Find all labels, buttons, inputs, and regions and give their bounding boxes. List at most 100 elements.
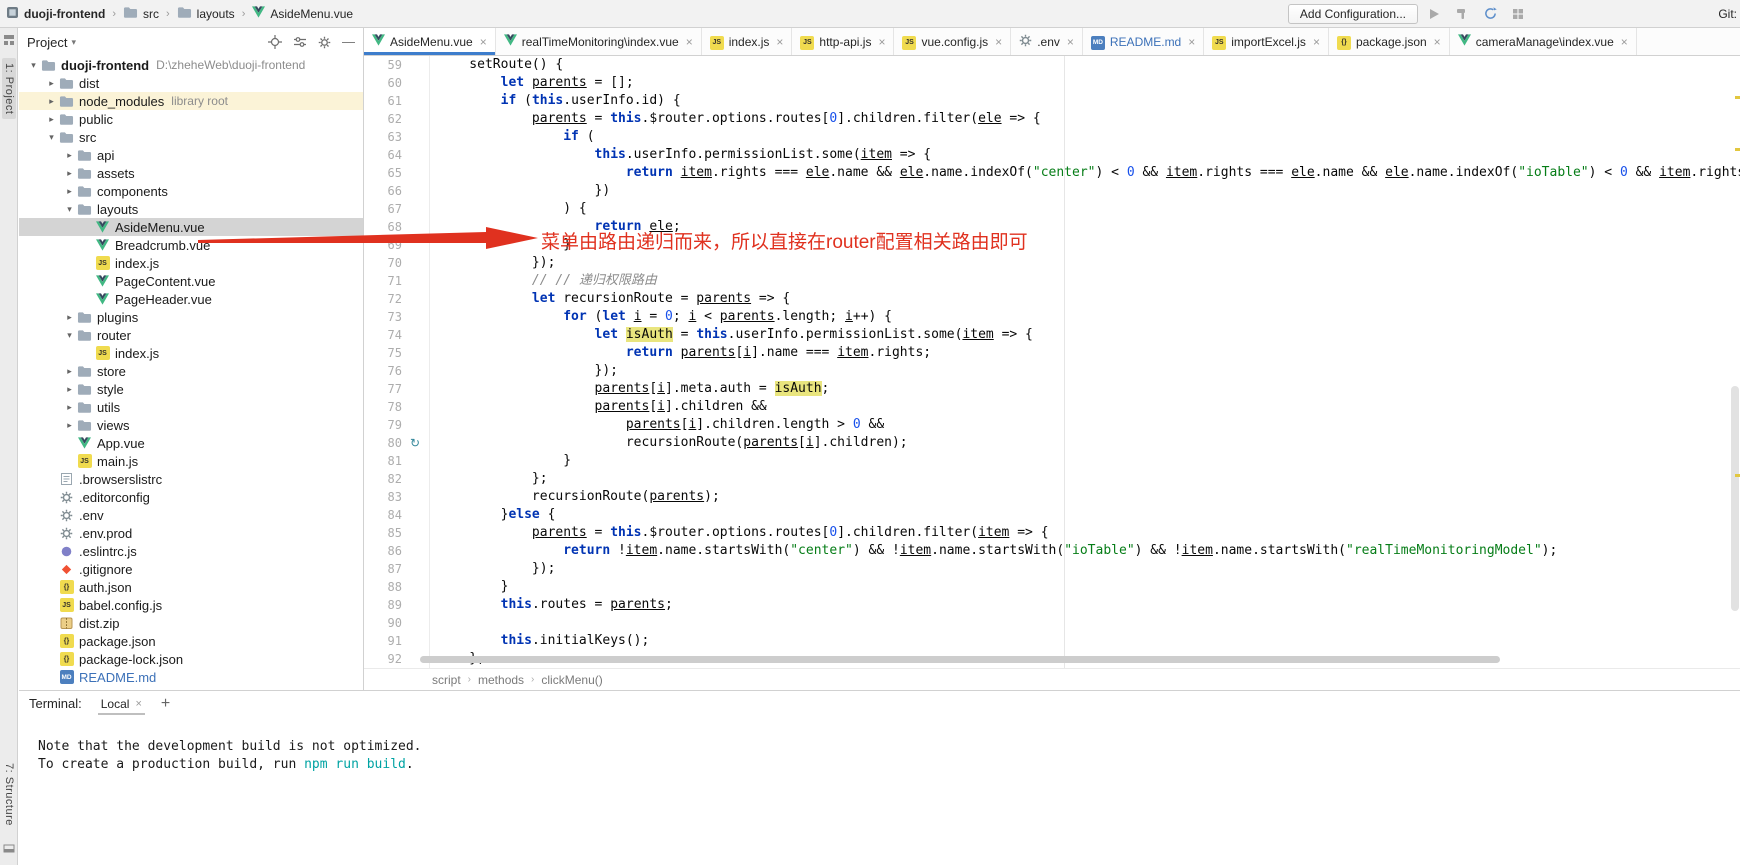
close-tab-icon[interactable]: × [1434, 35, 1441, 49]
close-tab-icon[interactable]: × [776, 35, 783, 49]
close-tab-icon[interactable]: × [1621, 35, 1628, 49]
line-number[interactable]: 90 [364, 614, 402, 632]
editor-tab-vue-config-js[interactable]: JSvue.config.js× [894, 28, 1011, 55]
tree-item-editorconfig[interactable]: .editorconfig [19, 488, 363, 506]
close-icon[interactable]: × [135, 698, 141, 710]
tree-item-package-json[interactable]: {}package.json [19, 632, 363, 650]
code-line[interactable]: for (let i = 0; i < parents.length; i++)… [438, 308, 1740, 326]
code-line[interactable]: }else { [438, 506, 1740, 524]
tree-item-babel-config-js[interactable]: JSbabel.config.js [19, 596, 363, 614]
tree-item-app-vue[interactable]: App.vue [19, 434, 363, 452]
code-line[interactable]: }) [438, 182, 1740, 200]
tree-item-pagecontent-vue[interactable]: PageContent.vue [19, 272, 363, 290]
chevron-collapsed-icon[interactable]: ▸ [45, 78, 58, 89]
breadcrumb-item-duoji-frontend[interactable]: duoji-frontend [24, 7, 105, 21]
tree-item-asidemenu-vue[interactable]: AsideMenu.vue [19, 218, 363, 236]
tree-item-plugins[interactable]: ▸plugins [19, 308, 363, 326]
tree-item-dist-zip[interactable]: dist.zip [19, 614, 363, 632]
line-number[interactable]: 64 [364, 146, 402, 164]
code-line[interactable]: recursionRoute(parents); [438, 488, 1740, 506]
chevron-expanded-icon[interactable]: ▾ [63, 204, 76, 215]
project-panel-title[interactable]: Project [27, 35, 67, 50]
tree-item-env-prod[interactable]: .env.prod [19, 524, 363, 542]
code-line[interactable]: if ( [438, 128, 1740, 146]
chevron-collapsed-icon[interactable]: ▸ [45, 114, 58, 125]
editor-tab-cameramanage-index-vue[interactable]: cameraManage\index.vue× [1450, 28, 1637, 55]
chevron-collapsed-icon[interactable]: ▸ [63, 420, 76, 431]
tool-windows-grid-icon[interactable] [1506, 3, 1530, 25]
line-number[interactable]: 80 [364, 434, 402, 452]
tree-item-browserslistrc[interactable]: .browserslistrc [19, 470, 363, 488]
line-number[interactable]: 81 [364, 452, 402, 470]
code-line[interactable]: this.initialKeys(); [438, 632, 1740, 650]
editor-tab-package-json[interactable]: {}package.json× [1329, 28, 1450, 55]
breadcrumb-item-layouts[interactable]: layouts [197, 7, 235, 21]
terminal-output[interactable]: Note that the development build is not o… [19, 716, 1740, 774]
error-stripe-mark[interactable] [1735, 474, 1740, 477]
chevron-expanded-icon[interactable]: ▾ [63, 330, 76, 341]
locate-file-icon[interactable] [268, 35, 282, 49]
close-tab-icon[interactable]: × [686, 35, 693, 49]
breadcrumb-script[interactable]: script [432, 673, 461, 687]
close-tab-icon[interactable]: × [1313, 35, 1320, 49]
tree-item-gitignore[interactable]: .gitignore [19, 560, 363, 578]
line-number[interactable]: 61 [364, 92, 402, 110]
line-number[interactable]: 84 [364, 506, 402, 524]
code-line[interactable]: return !item.name.startsWith("center") &… [438, 542, 1740, 560]
line-number[interactable]: 60 [364, 74, 402, 92]
editor-tab-asidemenu-vue[interactable]: AsideMenu.vue× [364, 28, 496, 55]
chevron-collapsed-icon[interactable]: ▸ [63, 384, 76, 395]
tree-item-node-modules[interactable]: ▸node_moduleslibrary root [19, 92, 363, 110]
tree-item-index-js[interactable]: JSindex.js [19, 254, 363, 272]
chevron-collapsed-icon[interactable]: ▸ [63, 168, 76, 179]
tree-item-assets[interactable]: ▸assets [19, 164, 363, 182]
code-line[interactable] [438, 614, 1740, 632]
line-number[interactable]: 92 [364, 650, 402, 668]
tree-item-index-js[interactable]: JSindex.js [19, 344, 363, 362]
line-number[interactable]: 59 [364, 56, 402, 74]
code-line[interactable]: parents = this.$router.options.routes[0]… [438, 524, 1740, 542]
line-number[interactable]: 83 [364, 488, 402, 506]
code-line[interactable]: return ele; [438, 218, 1740, 236]
terminal-tab-local[interactable]: Local × [98, 693, 145, 715]
tree-item-utils[interactable]: ▸utils [19, 398, 363, 416]
settings-gear-icon[interactable] [318, 36, 331, 49]
line-number[interactable]: 76 [364, 362, 402, 380]
code-line[interactable]: let parents = []; [438, 74, 1740, 92]
line-number[interactable]: 91 [364, 632, 402, 650]
tree-item-style[interactable]: ▸style [19, 380, 363, 398]
line-number[interactable]: 87 [364, 560, 402, 578]
close-tab-icon[interactable]: × [995, 35, 1002, 49]
chevron-collapsed-icon[interactable]: ▸ [63, 312, 76, 323]
tree-item-api[interactable]: ▸api [19, 146, 363, 164]
code-line[interactable]: }); [438, 560, 1740, 578]
chevron-collapsed-icon[interactable]: ▸ [63, 186, 76, 197]
line-number[interactable]: 82 [364, 470, 402, 488]
update-project-icon[interactable] [1478, 3, 1502, 25]
tree-item-store[interactable]: ▸store [19, 362, 363, 380]
tool-window-switcher-icon[interactable] [3, 34, 15, 49]
editor-tab-importexcel-js[interactable]: JSimportExcel.js× [1204, 28, 1329, 55]
code-line[interactable]: this.userInfo.permissionList.some(item =… [438, 146, 1740, 164]
tool-button-structure[interactable]: 7: Structure [2, 758, 16, 831]
code-line[interactable]: }); [438, 254, 1740, 272]
chevron-expanded-icon[interactable]: ▾ [45, 132, 58, 143]
editor-tab-env[interactable]: .env× [1011, 28, 1083, 55]
tree-item-readme-md[interactable]: MDREADME.md [19, 668, 363, 686]
close-tab-icon[interactable]: × [480, 35, 487, 49]
add-configuration-button[interactable]: Add Configuration... [1288, 4, 1418, 24]
code-line[interactable]: this.routes = parents; [438, 596, 1740, 614]
line-number[interactable]: 66 [364, 182, 402, 200]
vertical-scrollbar[interactable] [1731, 386, 1739, 611]
code-line[interactable]: } [438, 578, 1740, 596]
error-stripe-mark[interactable] [1735, 96, 1740, 99]
code-line[interactable]: } [438, 452, 1740, 470]
line-number[interactable]: 75 [364, 344, 402, 362]
tree-item-layouts[interactable]: ▾layouts [19, 200, 363, 218]
chevron-collapsed-icon[interactable]: ▸ [63, 402, 76, 413]
tree-item-views[interactable]: ▸views [19, 416, 363, 434]
line-number[interactable]: 69 [364, 236, 402, 254]
line-number[interactable]: 70 [364, 254, 402, 272]
line-number[interactable]: 71 [364, 272, 402, 290]
code-line[interactable]: setRoute() { [438, 56, 1740, 74]
